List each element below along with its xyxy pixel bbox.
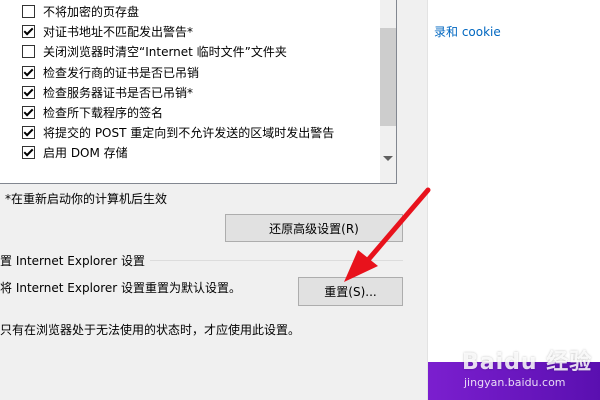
setting-label: 将提交的 POST 重定向到不允许发送的区域时发出警告 — [43, 125, 335, 140]
setting-checkbox[interactable] — [22, 125, 35, 139]
setting-checkbox[interactable] — [22, 24, 35, 38]
cookie-link[interactable]: 录和 cookie — [434, 23, 501, 40]
setting-item[interactable]: 检查发行商的证书是否已吊销 — [22, 62, 199, 82]
setting-label: 对证书地址不匹配发出警告* — [43, 24, 194, 39]
advanced-settings-list[interactable]: 不将加密的页存盘对证书地址不匹配发出警告* 关闭浏览器时清空“Internet 临… — [0, 0, 397, 184]
setting-item[interactable]: 将提交的 POST 重定向到不允许发送的区域时发出警告 — [22, 122, 334, 142]
setting-item[interactable]: 检查所下载程序的签名 — [22, 102, 163, 122]
setting-checkbox[interactable] — [22, 145, 35, 159]
restart-note: *在重新启动你的计算机后生效 — [5, 192, 168, 206]
scroll-down-icon[interactable] — [383, 156, 393, 161]
setting-label: 关闭浏览器时清空“Internet 临时文件”文件夹 — [43, 44, 287, 59]
reset-warning: 只有在浏览器处于无法使用的状态时，才应使用此设置。 — [0, 323, 301, 337]
setting-checkbox[interactable] — [22, 65, 35, 79]
setting-label: 检查发行商的证书是否已吊销 — [43, 65, 200, 80]
setting-checkbox[interactable] — [22, 4, 35, 18]
restore-advanced-settings-button[interactable]: 还原高级设置(R) — [225, 214, 403, 242]
setting-label: 检查服务器证书是否已吊销* — [43, 85, 194, 100]
setting-item[interactable]: 关闭浏览器时清空“Internet 临时文件”文件夹 — [22, 41, 287, 61]
baidu-watermark: Baidu 经验 jingyan.baidu.com — [442, 342, 600, 400]
setting-label: 启用 DOM 存储 — [43, 145, 128, 160]
watermark-url: jingyan.baidu.com — [464, 376, 566, 389]
setting-item[interactable]: 检查服务器证书是否已吊销* — [22, 82, 193, 102]
setting-item[interactable]: 启用 DOM 存储 — [22, 142, 128, 162]
reset-button[interactable]: 重置(S)... — [298, 277, 403, 306]
setting-checkbox[interactable] — [22, 44, 35, 58]
scrollbar-thumb[interactable] — [380, 28, 396, 126]
background-settings-pane: 录和 cookie — [427, 0, 600, 400]
setting-label: 检查所下载程序的签名 — [43, 105, 164, 120]
internet-options-dialog: 不将加密的页存盘对证书地址不匹配发出警告* 关闭浏览器时清空“Internet 临… — [0, 0, 427, 400]
reset-description: 将 Internet Explorer 设置重置为默认设置。 — [0, 281, 242, 295]
vertical-scrollbar[interactable] — [380, 0, 396, 183]
setting-checkbox[interactable] — [22, 105, 35, 119]
setting-item[interactable]: 对证书地址不匹配发出警告* — [22, 21, 193, 41]
advanced-settings-items: 不将加密的页存盘对证书地址不匹配发出警告* 关闭浏览器时清空“Internet 临… — [0, 0, 380, 183]
setting-checkbox[interactable] — [22, 85, 35, 99]
baidu-jingyan-logo: Baidu 经验 — [462, 350, 593, 375]
setting-item[interactable]: 不将加密的页存盘 — [22, 1, 139, 21]
reset-group-title: 置 Internet Explorer 设置 — [0, 254, 146, 268]
group-divider — [150, 260, 403, 261]
setting-label: 不将加密的页存盘 — [43, 4, 140, 19]
